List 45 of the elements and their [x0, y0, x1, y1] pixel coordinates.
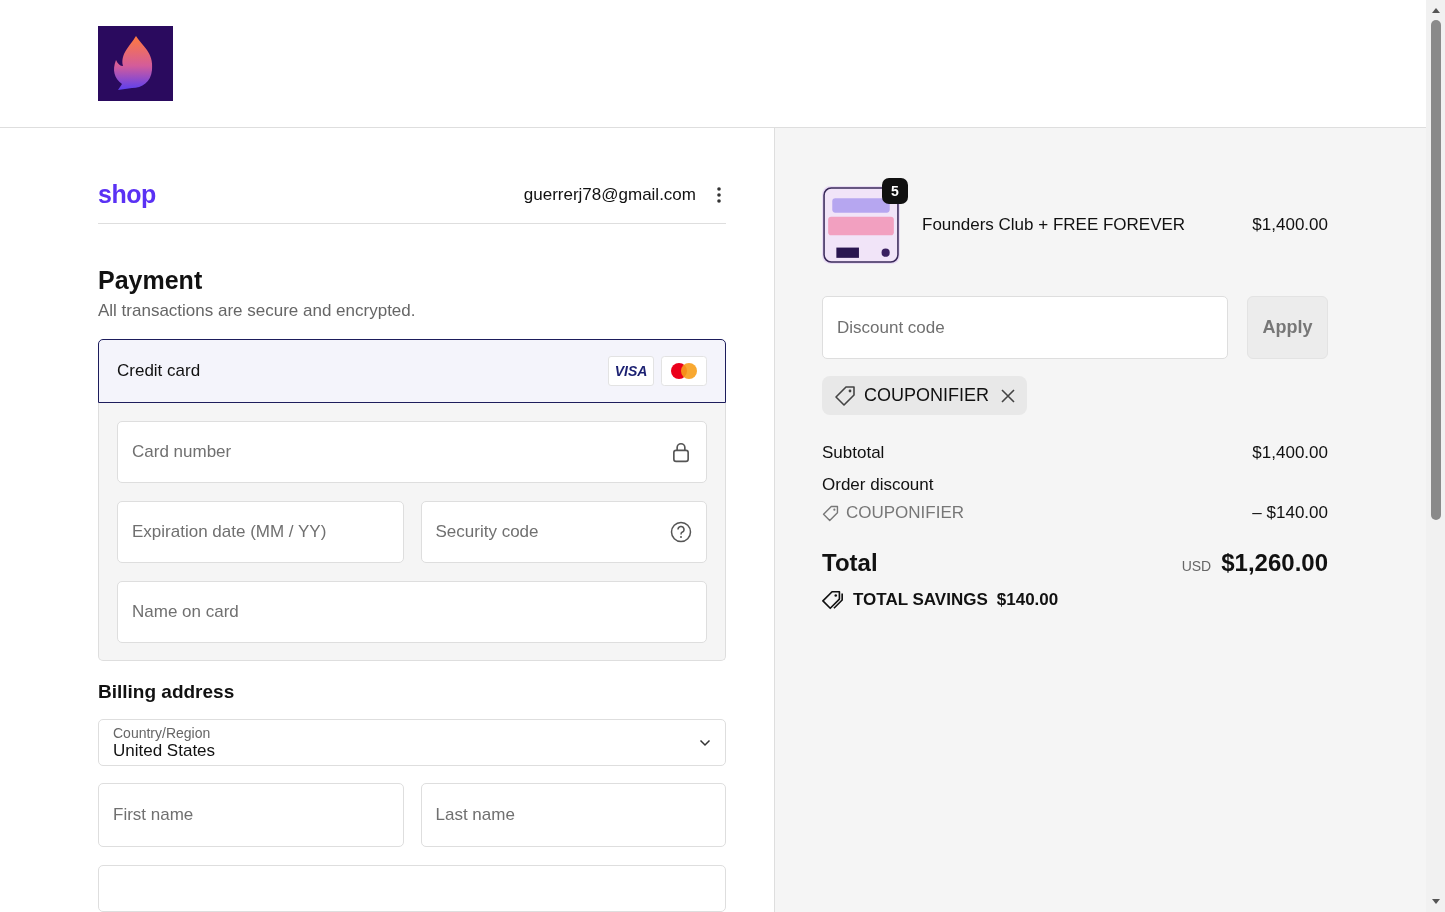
input-field[interactable]: Card number: [117, 421, 707, 483]
card-brand-icon: [661, 356, 707, 386]
account-email: guerrerj78@gmail.com: [523, 184, 696, 205]
scroll-up-icon[interactable]: [1430, 6, 1441, 14]
discount-code: COUPONIFIER: [864, 385, 989, 406]
quantity-badge: 5: [882, 178, 908, 204]
section-title: Billing address: [98, 681, 236, 703]
apply-button[interactable]: Apply: [1247, 296, 1328, 359]
summary-label: Order discount: [822, 475, 934, 494]
input-field[interactable]: [98, 865, 726, 912]
scrollbar[interactable]: [1426, 0, 1445, 912]
visa-badge: VISA: [608, 356, 654, 386]
product-name: Founders Club + FREE FOREVER: [922, 215, 1187, 235]
input-field[interactable]: Expiration date (MM / YY): [117, 501, 404, 563]
tag-icon: [834, 384, 856, 407]
section-title: Payment: [98, 266, 204, 295]
store-logo[interactable]: [98, 26, 173, 101]
discount-code: COUPONIFIER: [846, 503, 965, 523]
tag-icon: [822, 504, 839, 522]
chevron-down-icon: [699, 738, 711, 747]
currency-code: USD: [1181, 558, 1212, 574]
input-field[interactable]: Security code: [420, 501, 707, 563]
tags-icon: [822, 589, 844, 611]
summary-amount: $1,400.00: [1252, 443, 1328, 463]
savings-label: TOTAL SAVINGS: [853, 590, 988, 610]
summary-amount: – $140.00: [1252, 503, 1328, 523]
total-label: Total: [822, 549, 878, 577]
total-amount: $1,260.00: [1221, 549, 1328, 577]
input-field[interactable]: Last name: [420, 783, 726, 847]
discount-code-field[interactable]: Discount code: [822, 296, 1228, 359]
scroll-down-icon[interactable]: [1430, 898, 1441, 906]
country-select[interactable]: Country/Region United States: [98, 719, 726, 766]
payment-method-option[interactable]: Credit card VISA: [98, 339, 726, 403]
summary-label: Subtotal: [822, 443, 885, 463]
savings-amount: $140.00: [996, 590, 1059, 610]
scrollbar-thumb[interactable]: [1430, 20, 1441, 520]
input-field[interactable]: Name on card: [117, 581, 707, 643]
lock-icon: [670, 441, 692, 463]
shop-logo: shop: [98, 180, 157, 209]
close-icon[interactable]: [1001, 388, 1015, 403]
more-icon[interactable]: [716, 185, 722, 204]
help-icon[interactable]: [670, 521, 692, 543]
section-subtitle: All transactions are secure and encrypted.: [98, 301, 417, 321]
input-field[interactable]: First name: [98, 783, 404, 847]
product-price: $1,400.00: [1252, 215, 1328, 235]
